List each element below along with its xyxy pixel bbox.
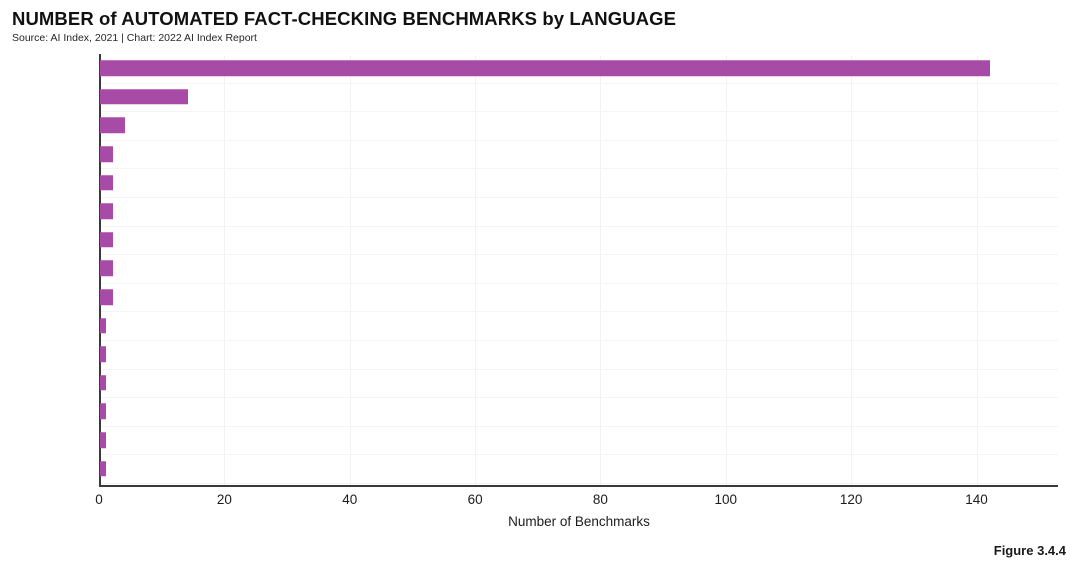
x-axis-tick-label: 40 xyxy=(342,492,358,507)
bar xyxy=(100,289,113,305)
x-axis-tick-label: 120 xyxy=(839,492,863,507)
x-axis-tick-label: 60 xyxy=(467,492,483,507)
bar xyxy=(100,432,107,448)
figure-caption: Figure 3.4.4 xyxy=(993,543,1066,558)
bar xyxy=(100,232,113,248)
bar xyxy=(100,403,107,420)
x-axis-tick-label: 80 xyxy=(592,492,608,507)
chart-source-note: Source: AI Index, 2021 | Chart: 2022 AI … xyxy=(12,32,257,44)
bar-row: Bulgarian xyxy=(0,340,1080,369)
bar xyxy=(100,146,113,162)
bar-row: Hindi xyxy=(0,140,1080,169)
bar-row: Portugese xyxy=(0,283,1080,312)
x-axis-tick-label: 100 xyxy=(714,492,738,507)
bar-row: Arabic xyxy=(0,83,1080,112)
bar-row: Tamil xyxy=(0,454,1080,483)
x-axis-tick-label: 140 xyxy=(965,492,988,507)
bar-row: English xyxy=(0,54,1080,83)
y-gridline xyxy=(99,483,1058,484)
bar xyxy=(100,460,107,477)
bar-row: Malayalam xyxy=(0,426,1080,455)
bar xyxy=(100,117,126,134)
x-axis-line xyxy=(99,485,1058,487)
bar-row: Croatian xyxy=(0,369,1080,398)
bar-row: Italian xyxy=(0,397,1080,426)
bar xyxy=(100,375,107,391)
chart-header: NUMBER of AUTOMATED FACT-CHECKING BENCHM… xyxy=(12,8,1062,45)
bar-row: Bengali xyxy=(0,311,1080,340)
x-axis-title: Number of Benchmarks xyxy=(0,514,1080,529)
bar xyxy=(100,260,113,277)
bar-row: Spanish xyxy=(0,168,1080,197)
bar-row: German xyxy=(0,254,1080,283)
x-axis-tick-label: 20 xyxy=(216,492,232,507)
x-axis-tick-label: 0 xyxy=(95,492,103,507)
bar xyxy=(100,203,113,220)
bar-row: Chinese xyxy=(0,111,1080,140)
bar xyxy=(100,60,991,77)
bar xyxy=(100,346,107,363)
bar xyxy=(100,174,113,191)
bar xyxy=(100,89,188,105)
page-title: NUMBER of AUTOMATED FACT-CHECKING BENCHM… xyxy=(12,8,677,29)
bar xyxy=(100,317,107,334)
bar-row: French xyxy=(0,226,1080,255)
x-axis-title-label: Number of Benchmarks xyxy=(508,514,650,529)
bar-row: Danish xyxy=(0,197,1080,226)
bar-chart: EnglishArabicChineseHindiSpanishDanishFr… xyxy=(0,52,1080,492)
x-axis-ticks: 0 20 40 60 80 100 120 140 xyxy=(0,492,1080,512)
